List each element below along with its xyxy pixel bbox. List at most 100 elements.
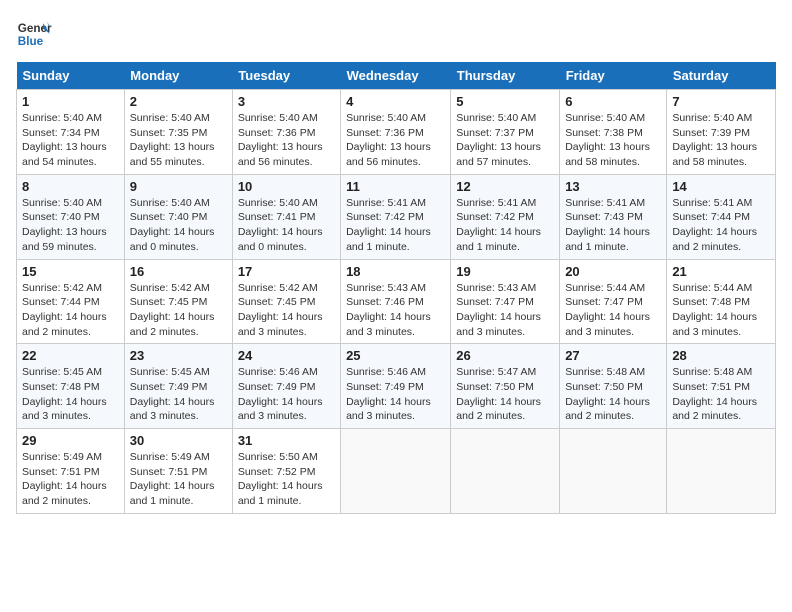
calendar-cell: 26 Sunrise: 5:47 AMSunset: 7:50 PMDayligh… (451, 344, 560, 429)
calendar-cell: 5Sunrise: 5:40 AMSunset: 7:37 PMDaylight… (451, 90, 560, 175)
calendar-cell: 12Sunrise: 5:41 AMSunset: 7:42 PMDayligh… (451, 174, 560, 259)
day-info: Sunrise: 5:41 AMSunset: 7:42 PMDaylight:… (346, 196, 445, 255)
day-number: 14 (672, 179, 770, 194)
day-number: 8 (22, 179, 119, 194)
day-info: Sunrise: 5:44 AMSunset: 7:47 PMDaylight:… (565, 281, 661, 340)
calendar-cell (560, 429, 667, 514)
calendar-cell: 24Sunrise: 5:46 AMSunset: 7:49 PMDayligh… (232, 344, 340, 429)
day-info: Sunrise: 5:46 AMSunset: 7:49 PMDaylight:… (238, 365, 335, 424)
calendar-cell (451, 429, 560, 514)
day-info: Sunrise: 5:41 AMSunset: 7:43 PMDaylight:… (565, 196, 661, 255)
calendar-cell: 4Sunrise: 5:40 AMSunset: 7:36 PMDaylight… (341, 90, 451, 175)
svg-text:Blue: Blue (18, 35, 44, 48)
week-row-3: 15 Sunrise: 5:42 AMSunset: 7:44 PMDayligh… (17, 259, 776, 344)
day-number: 29 (22, 433, 119, 448)
day-info: Sunrise: 5:42 AMSunset: 7:44 PMDaylight:… (22, 281, 119, 340)
day-number: 22 (22, 348, 119, 363)
calendar-cell: 3 Sunrise: 5:40 AMSunset: 7:36 PMDaylight… (232, 90, 340, 175)
day-number: 7 (672, 94, 770, 109)
day-info: Sunrise: 5:48 AMSunset: 7:51 PMDaylight:… (672, 365, 770, 424)
day-number: 11 (346, 179, 445, 194)
day-info: Sunrise: 5:44 AMSunset: 7:48 PMDaylight:… (672, 281, 770, 340)
logo-icon: General Blue (16, 16, 52, 52)
calendar-cell: 30Sunrise: 5:49 AMSunset: 7:51 PMDayligh… (124, 429, 232, 514)
calendar-header-row: SundayMondayTuesdayWednesdayThursdayFrid… (17, 62, 776, 90)
calendar-cell: 25 Sunrise: 5:46 AMSunset: 7:49 PMDayligh… (341, 344, 451, 429)
day-info: Sunrise: 5:47 AMSunset: 7:50 PMDaylight:… (456, 365, 554, 424)
header-friday: Friday (560, 62, 667, 90)
page-header: General Blue (16, 16, 776, 52)
week-row-1: 1Sunrise: 5:40 AMSunset: 7:34 PMDaylight… (17, 90, 776, 175)
day-number: 15 (22, 264, 119, 279)
day-info: Sunrise: 5:40 AMSunset: 7:39 PMDaylight:… (672, 111, 770, 170)
day-info: Sunrise: 5:40 AMSunset: 7:34 PMDaylight:… (22, 111, 119, 170)
day-number: 31 (238, 433, 335, 448)
day-info: Sunrise: 5:40 AMSunset: 7:36 PMDaylight:… (238, 111, 335, 170)
day-number: 27 (565, 348, 661, 363)
calendar-cell: 31 Sunrise: 5:50 AMSunset: 7:52 PMDayligh… (232, 429, 340, 514)
header-sunday: Sunday (17, 62, 125, 90)
day-info: Sunrise: 5:42 AMSunset: 7:45 PMDaylight:… (238, 281, 335, 340)
day-info: Sunrise: 5:40 AMSunset: 7:40 PMDaylight:… (22, 196, 119, 255)
day-info: Sunrise: 5:40 AMSunset: 7:40 PMDaylight:… (130, 196, 227, 255)
day-number: 17 (238, 264, 335, 279)
day-info: Sunrise: 5:50 AMSunset: 7:52 PMDaylight:… (238, 450, 335, 509)
day-info: Sunrise: 5:41 AMSunset: 7:42 PMDaylight:… (456, 196, 554, 255)
calendar-cell: 2 Sunrise: 5:40 AMSunset: 7:35 PMDaylight… (124, 90, 232, 175)
week-row-2: 8 Sunrise: 5:40 AMSunset: 7:40 PMDaylight… (17, 174, 776, 259)
calendar-cell: 28 Sunrise: 5:48 AMSunset: 7:51 PMDayligh… (667, 344, 776, 429)
header-saturday: Saturday (667, 62, 776, 90)
calendar-cell: 16 Sunrise: 5:42 AMSunset: 7:45 PMDayligh… (124, 259, 232, 344)
day-info: Sunrise: 5:41 AMSunset: 7:44 PMDaylight:… (672, 196, 770, 255)
calendar-cell: 29 Sunrise: 5:49 AMSunset: 7:51 PMDayligh… (17, 429, 125, 514)
day-info: Sunrise: 5:40 AMSunset: 7:36 PMDaylight:… (346, 111, 445, 170)
day-info: Sunrise: 5:40 AMSunset: 7:38 PMDaylight:… (565, 111, 661, 170)
day-info: Sunrise: 5:40 AMSunset: 7:35 PMDaylight:… (130, 111, 227, 170)
day-number: 2 (130, 94, 227, 109)
day-number: 25 (346, 348, 445, 363)
day-info: Sunrise: 5:48 AMSunset: 7:50 PMDaylight:… (565, 365, 661, 424)
day-number: 19 (456, 264, 554, 279)
header-tuesday: Tuesday (232, 62, 340, 90)
calendar-cell: 1Sunrise: 5:40 AMSunset: 7:34 PMDaylight… (17, 90, 125, 175)
logo: General Blue (16, 16, 52, 52)
calendar-cell (341, 429, 451, 514)
calendar-cell: 21 Sunrise: 5:44 AMSunset: 7:48 PMDayligh… (667, 259, 776, 344)
day-info: Sunrise: 5:40 AMSunset: 7:41 PMDaylight:… (238, 196, 335, 255)
day-number: 9 (130, 179, 227, 194)
calendar-cell: 7 Sunrise: 5:40 AMSunset: 7:39 PMDaylight… (667, 90, 776, 175)
day-number: 10 (238, 179, 335, 194)
calendar-cell: 20 Sunrise: 5:44 AMSunset: 7:47 PMDayligh… (560, 259, 667, 344)
day-number: 6 (565, 94, 661, 109)
day-number: 18 (346, 264, 445, 279)
day-number: 13 (565, 179, 661, 194)
day-info: Sunrise: 5:42 AMSunset: 7:45 PMDaylight:… (130, 281, 227, 340)
day-info: Sunrise: 5:43 AMSunset: 7:46 PMDaylight:… (346, 281, 445, 340)
week-row-4: 22 Sunrise: 5:45 AMSunset: 7:48 PMDayligh… (17, 344, 776, 429)
day-info: Sunrise: 5:45 AMSunset: 7:48 PMDaylight:… (22, 365, 119, 424)
day-number: 28 (672, 348, 770, 363)
calendar-cell: 18 Sunrise: 5:43 AMSunset: 7:46 PMDayligh… (341, 259, 451, 344)
day-number: 3 (238, 94, 335, 109)
calendar-cell: 9 Sunrise: 5:40 AMSunset: 7:40 PMDaylight… (124, 174, 232, 259)
day-number: 16 (130, 264, 227, 279)
svg-text:General: General (18, 22, 52, 35)
calendar-cell: 27 Sunrise: 5:48 AMSunset: 7:50 PMDayligh… (560, 344, 667, 429)
day-info: Sunrise: 5:43 AMSunset: 7:47 PMDaylight:… (456, 281, 554, 340)
calendar-cell: 23 Sunrise: 5:45 AMSunset: 7:49 PMDayligh… (124, 344, 232, 429)
day-number: 21 (672, 264, 770, 279)
day-info: Sunrise: 5:49 AMSunset: 7:51 PMDaylight:… (22, 450, 119, 509)
calendar-cell: 22 Sunrise: 5:45 AMSunset: 7:48 PMDayligh… (17, 344, 125, 429)
day-number: 26 (456, 348, 554, 363)
day-info: Sunrise: 5:40 AMSunset: 7:37 PMDaylight:… (456, 111, 554, 170)
day-info: Sunrise: 5:46 AMSunset: 7:49 PMDaylight:… (346, 365, 445, 424)
day-number: 23 (130, 348, 227, 363)
calendar-cell: 11 Sunrise: 5:41 AMSunset: 7:42 PMDayligh… (341, 174, 451, 259)
day-number: 20 (565, 264, 661, 279)
calendar-cell: 15 Sunrise: 5:42 AMSunset: 7:44 PMDayligh… (17, 259, 125, 344)
header-thursday: Thursday (451, 62, 560, 90)
calendar-cell (667, 429, 776, 514)
calendar-cell: 14 Sunrise: 5:41 AMSunset: 7:44 PMDayligh… (667, 174, 776, 259)
calendar-cell: 10 Sunrise: 5:40 AMSunset: 7:41 PMDayligh… (232, 174, 340, 259)
day-info: Sunrise: 5:45 AMSunset: 7:49 PMDaylight:… (130, 365, 227, 424)
